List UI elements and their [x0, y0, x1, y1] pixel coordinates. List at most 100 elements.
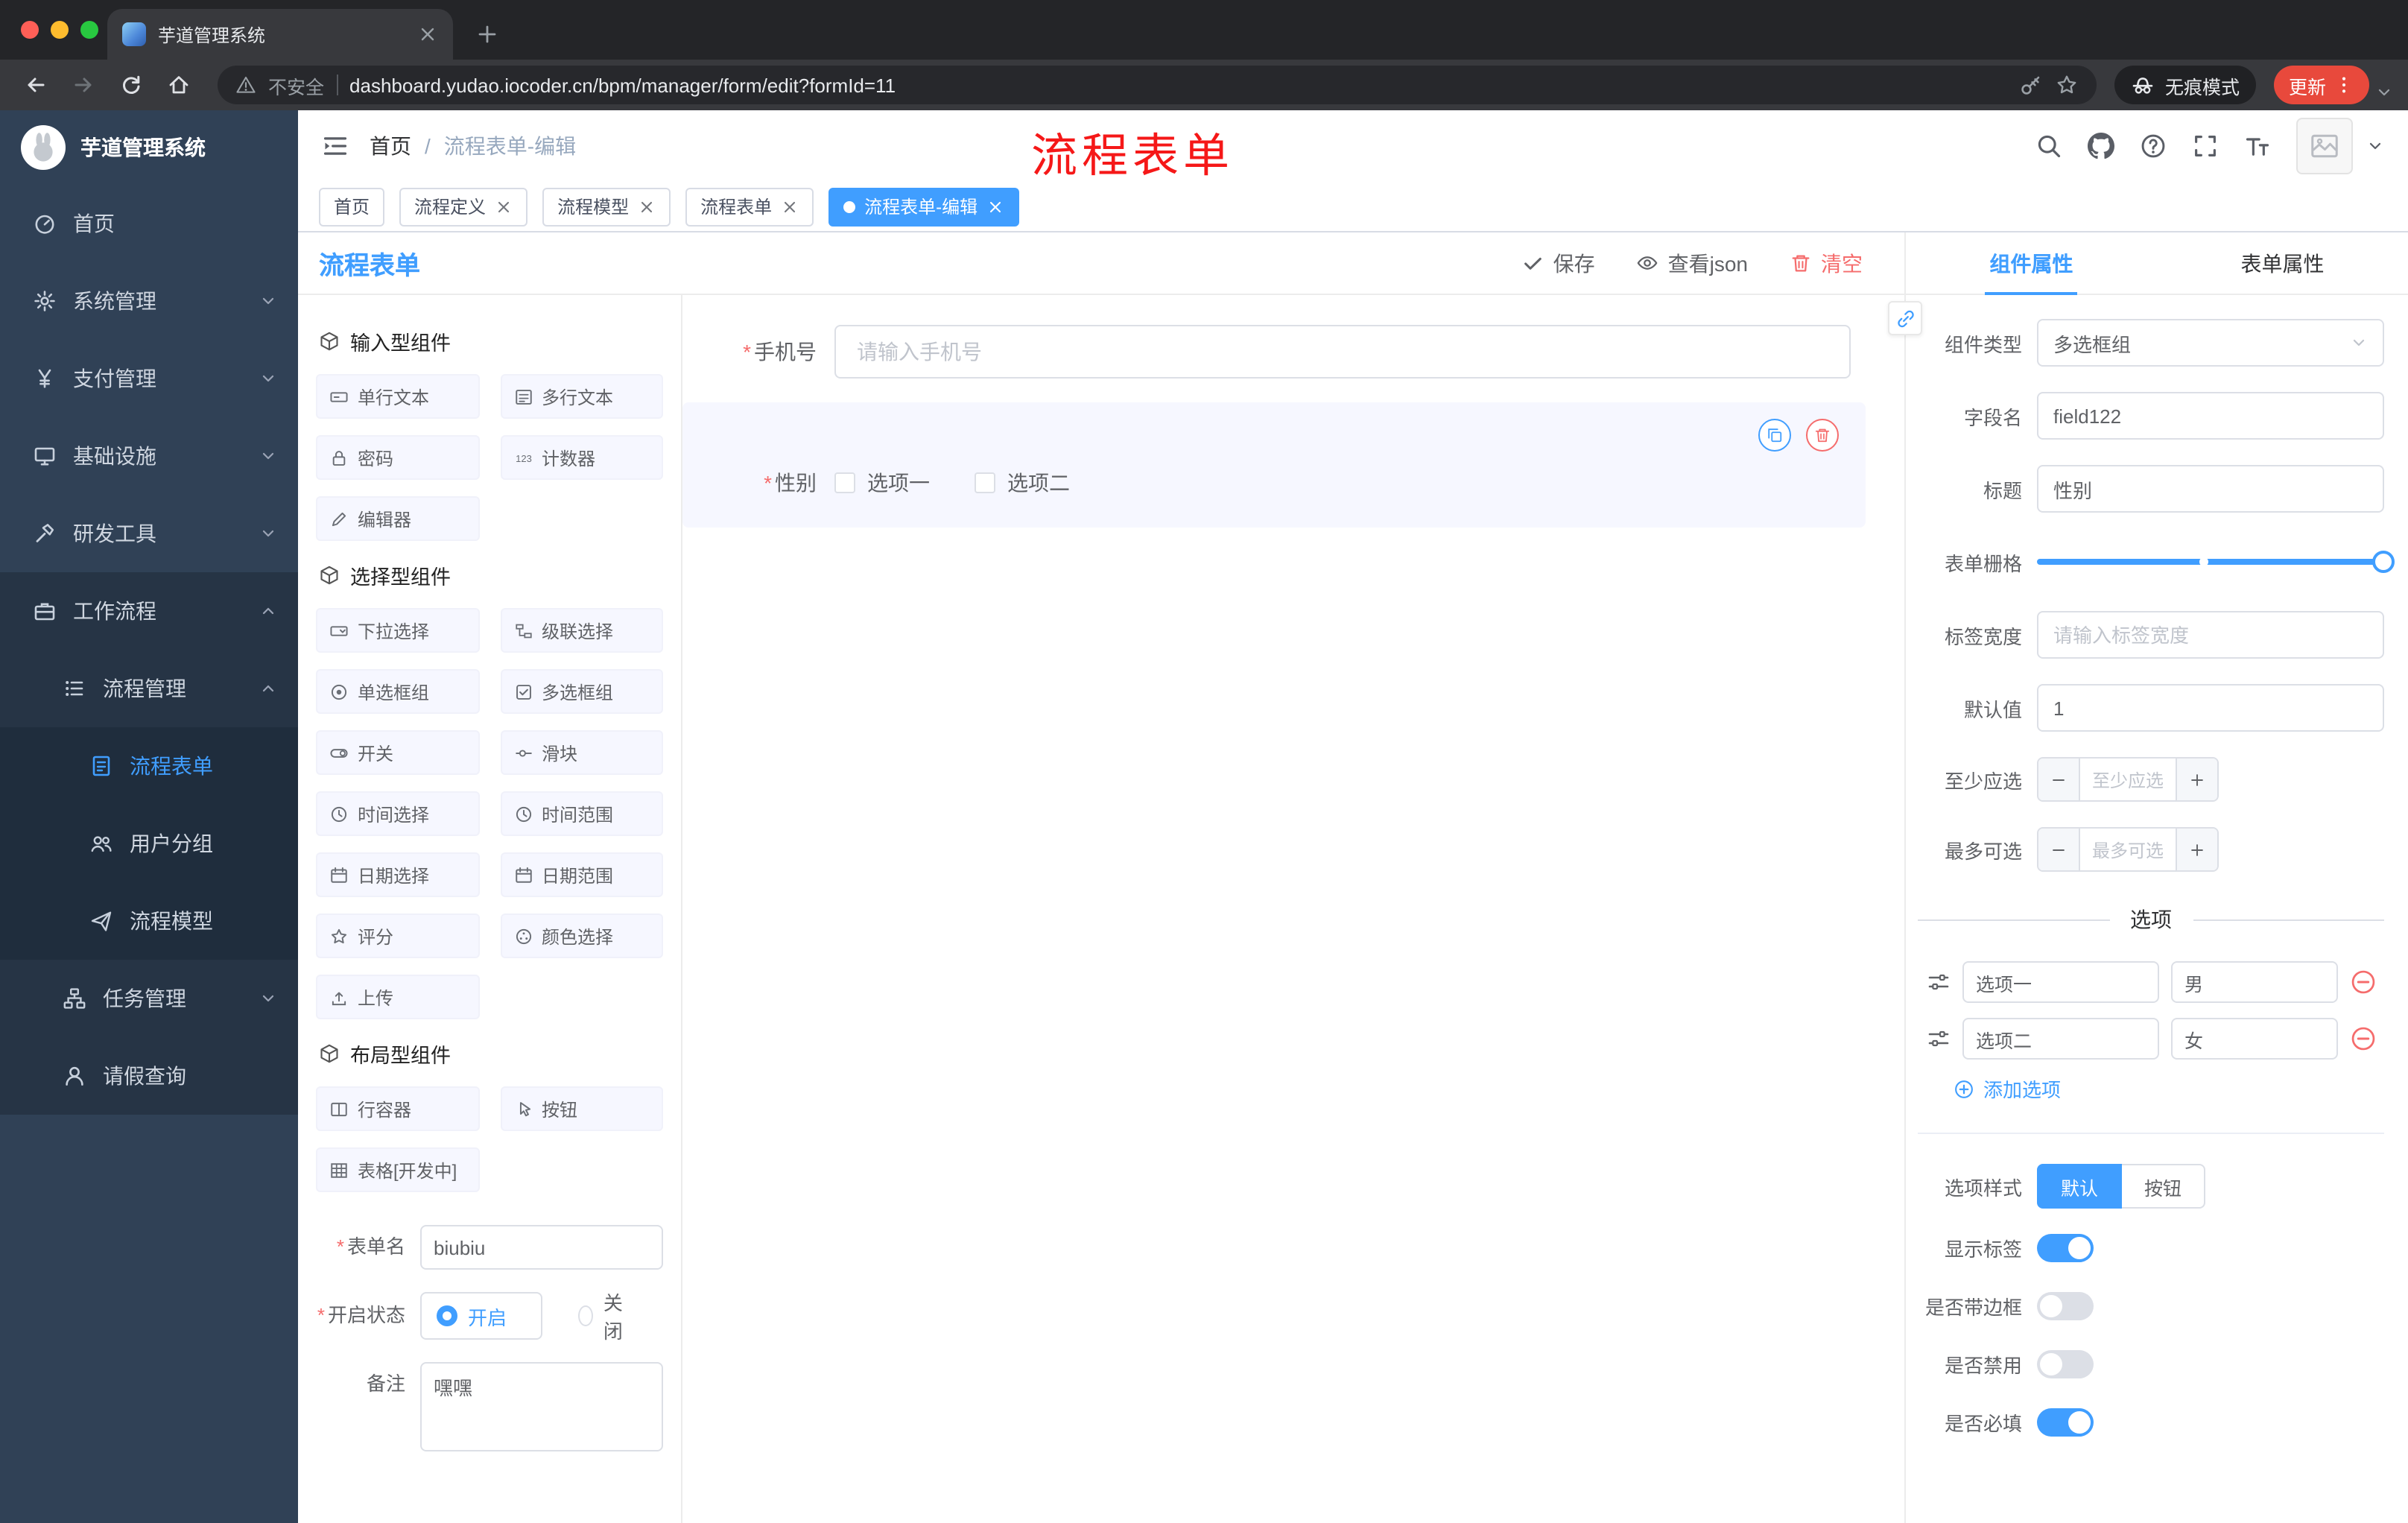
option-label-input[interactable] — [1962, 1018, 2159, 1060]
tab-close-icon[interactable] — [417, 24, 438, 45]
palette-item-cascader[interactable]: 级联选择 — [500, 608, 663, 653]
browser-tab[interactable]: 芋道管理系统 — [107, 9, 453, 60]
password-key-icon[interactable] — [2019, 73, 2043, 97]
palette-item-row-container[interactable]: 行容器 — [316, 1086, 479, 1131]
increase-button[interactable] — [2176, 759, 2217, 800]
palette-item-radio-group[interactable]: 单选框组 — [316, 669, 479, 714]
palette-item-date-range[interactable]: 日期范围 — [500, 852, 663, 897]
close-icon[interactable] — [495, 197, 513, 215]
palette-item-date-picker[interactable]: 日期选择 — [316, 852, 479, 897]
breadcrumb-home[interactable]: 首页 — [370, 131, 411, 161]
browser-overflow-caret-icon[interactable] — [2375, 83, 2393, 101]
status-on-radio[interactable]: 开启 — [420, 1292, 543, 1340]
new-tab-button[interactable] — [468, 15, 507, 54]
add-option-button[interactable]: 添加选项 — [1954, 1074, 2384, 1103]
sidebar-item-task-management[interactable]: 任务管理 — [0, 960, 298, 1037]
help-icon[interactable] — [2140, 133, 2167, 159]
clear-button[interactable]: 清空 — [1790, 248, 1863, 278]
palette-item-slider[interactable]: 滑块 — [500, 730, 663, 775]
drag-handle-icon[interactable] — [1927, 1027, 1951, 1051]
delete-widget-button[interactable] — [1806, 419, 1839, 452]
option-value-input[interactable] — [2171, 1018, 2338, 1060]
sidebar-item-process-management[interactable]: 流程管理 — [0, 650, 298, 727]
close-icon[interactable] — [638, 197, 656, 215]
remove-option-icon[interactable] — [2350, 1025, 2377, 1052]
close-icon[interactable] — [781, 197, 799, 215]
option-value-input[interactable] — [2171, 961, 2338, 1003]
palette-item-rate[interactable]: 评分 — [316, 914, 479, 958]
github-icon[interactable] — [2088, 133, 2114, 159]
selected-widget-gender[interactable]: * 性别 选项一 选项二 — [682, 402, 1866, 528]
palette-item-editor[interactable]: 编辑器 — [316, 496, 479, 541]
default-value-input[interactable] — [2037, 684, 2384, 732]
required-toggle[interactable] — [2037, 1408, 2094, 1437]
sidebar-item-payment[interactable]: 支付管理 — [0, 340, 298, 417]
reload-button[interactable] — [110, 64, 152, 106]
palette-item-color-picker[interactable]: 颜色选择 — [500, 914, 663, 958]
border-toggle[interactable] — [2037, 1292, 2094, 1320]
avatar-caret-icon[interactable] — [2366, 137, 2384, 155]
component-type-select[interactable]: 多选框组 — [2037, 319, 2384, 367]
title-input[interactable] — [2037, 465, 2384, 513]
slider-handle[interactable] — [2372, 551, 2395, 573]
option-label-input[interactable] — [1962, 961, 2159, 1003]
remove-option-icon[interactable] — [2350, 969, 2377, 995]
palette-item-password[interactable]: 密码 — [316, 435, 479, 480]
tag-home[interactable]: 首页 — [319, 187, 385, 226]
browser-update-button[interactable]: 更新 — [2273, 66, 2369, 104]
avatar[interactable] — [2296, 118, 2353, 174]
palette-item-switch[interactable]: 开关 — [316, 730, 479, 775]
palette-item-upload[interactable]: 上传 — [316, 975, 479, 1019]
copy-widget-button[interactable] — [1758, 419, 1791, 452]
palette-item-multi-text[interactable]: 多行文本 — [500, 374, 663, 419]
increase-button[interactable] — [2176, 829, 2217, 870]
form-remark-textarea[interactable]: 嘿嘿 — [420, 1362, 663, 1451]
app-logo-row[interactable]: 芋道管理系统 — [0, 110, 298, 185]
show-label-toggle[interactable] — [2037, 1234, 2094, 1262]
phone-field-row[interactable]: * 手机号 — [685, 325, 1851, 379]
grid-span-slider[interactable] — [2037, 538, 2395, 586]
close-icon[interactable] — [986, 197, 1004, 215]
tag-process-model[interactable]: 流程模型 — [542, 187, 671, 226]
max-select-value[interactable]: 最多可选 — [2080, 829, 2176, 870]
fullscreen-icon[interactable] — [2192, 133, 2219, 159]
tag-process-definition[interactable]: 流程定义 — [399, 187, 528, 226]
sidebar-item-infrastructure[interactable]: 基础设施 — [0, 417, 298, 495]
decrease-button[interactable] — [2038, 829, 2080, 870]
style-default-button[interactable]: 默认 — [2037, 1164, 2123, 1209]
sidebar-item-system[interactable]: 系统管理 — [0, 262, 298, 340]
palette-item-table[interactable]: 表格[开发中] — [316, 1147, 479, 1192]
sidebar-item-devtools[interactable]: 研发工具 — [0, 495, 298, 572]
label-width-input[interactable] — [2037, 611, 2384, 659]
style-button-button[interactable]: 按钮 — [2122, 1164, 2206, 1209]
palette-item-button[interactable]: 按钮 — [500, 1086, 663, 1131]
bookmark-star-icon[interactable] — [2055, 73, 2079, 97]
forward-button[interactable] — [63, 64, 104, 106]
palette-item-time-picker[interactable]: 时间选择 — [316, 791, 479, 836]
view-json-button[interactable]: 查看json — [1637, 248, 1748, 278]
phone-input[interactable] — [834, 325, 1851, 379]
sidebar-item-leave-query[interactable]: 请假查询 — [0, 1037, 298, 1115]
palette-item-checkbox-group[interactable]: 多选框组 — [500, 669, 663, 714]
home-button[interactable] — [158, 64, 200, 106]
drag-handle-icon[interactable] — [1927, 970, 1951, 994]
decrease-button[interactable] — [2038, 759, 2080, 800]
status-off-radio[interactable]: 关闭 — [578, 1288, 629, 1344]
sidebar-item-process-model[interactable]: 流程模型 — [0, 882, 298, 960]
back-button[interactable] — [15, 64, 57, 106]
palette-item-single-text[interactable]: 单行文本 — [316, 374, 479, 419]
sidebar-item-process-form[interactable]: 流程表单 — [0, 727, 298, 805]
palette-item-counter[interactable]: 计数器 — [500, 435, 663, 480]
sidebar-item-home[interactable]: 首页 — [0, 185, 298, 262]
close-window-button[interactable] — [21, 21, 39, 39]
search-icon[interactable] — [2035, 133, 2062, 159]
zoom-window-button[interactable] — [80, 21, 98, 39]
link-icon[interactable] — [1888, 301, 1922, 335]
url-input[interactable]: 不安全 dashboard.yudao.iocoder.cn/bpm/manag… — [218, 66, 2097, 104]
tag-process-form-edit[interactable]: 流程表单-编辑 — [828, 187, 1020, 226]
tag-process-form[interactable]: 流程表单 — [685, 187, 814, 226]
palette-item-dropdown[interactable]: 下拉选择 — [316, 608, 479, 653]
disabled-toggle[interactable] — [2037, 1350, 2094, 1378]
tab-component-props[interactable]: 组件属性 — [1906, 232, 2157, 294]
form-canvas[interactable]: *手机号 *性别 — [682, 295, 1904, 1523]
